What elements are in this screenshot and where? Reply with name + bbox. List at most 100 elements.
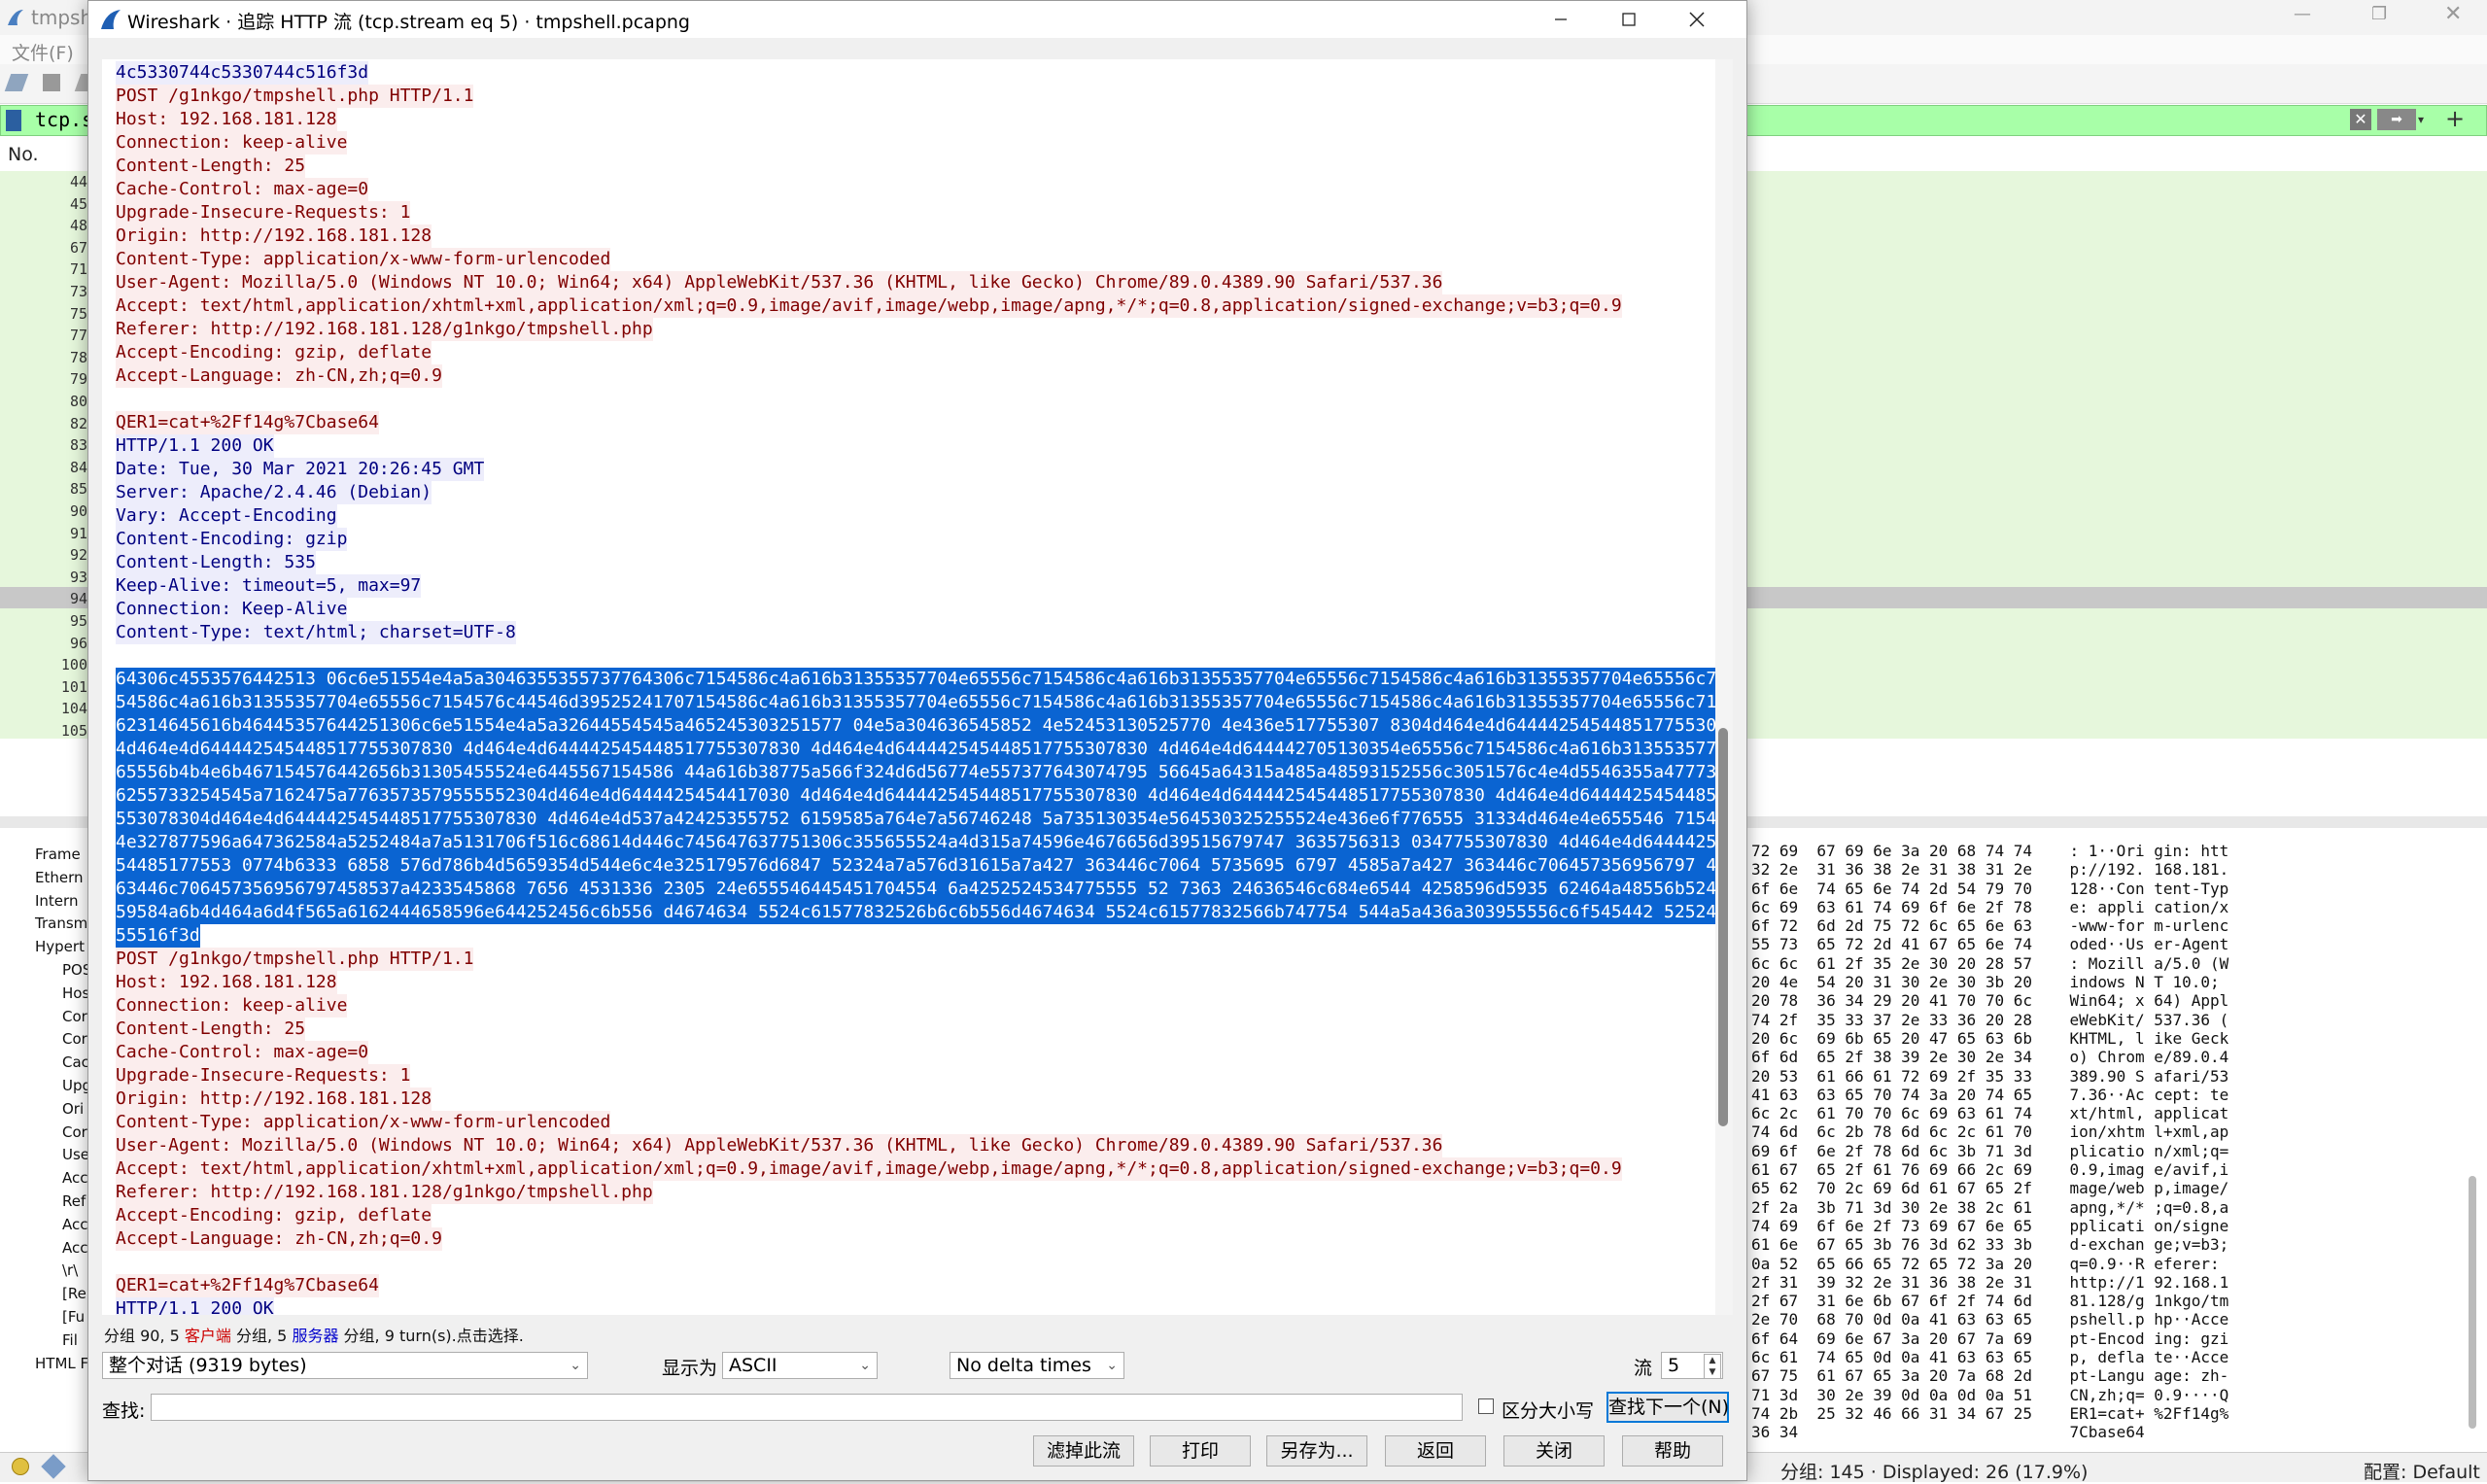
packet-row-number[interactable]: 94 — [0, 590, 87, 607]
stream-line-server[interactable]: Server: Apache/2.4.46 (Debian) — [116, 481, 432, 504]
find-input[interactable] — [151, 1394, 1463, 1421]
stream-line-selected[interactable]: 553078304d464e4d644442545448517755307830… — [116, 808, 1725, 831]
packet-row-number[interactable]: 79 — [0, 370, 87, 388]
stream-line-client[interactable]: Upgrade-Insecure-Requests: 1 — [116, 1064, 411, 1087]
packet-row-number[interactable]: 71 — [0, 260, 87, 278]
stream-line-client[interactable]: POST /g1nkgo/tmpshell.php HTTP/1.1 — [116, 948, 474, 971]
menu-file[interactable]: 文件(F) — [12, 39, 74, 65]
save-as-button[interactable]: 另存为... — [1266, 1435, 1367, 1467]
stream-line-client[interactable]: Accept-Encoding: gzip, deflate — [116, 1204, 432, 1227]
bytes-scrollbar[interactable] — [2469, 1176, 2476, 1429]
packet-bytes-pane[interactable]: 72 69 67 69 6e 3a 20 68 74 74 : 1··Ori g… — [1751, 842, 2470, 1454]
stream-line-server[interactable]: Vary: Accept-Encoding — [116, 504, 337, 528]
packet-row-number[interactable]: 73 — [0, 283, 87, 300]
packet-row-number[interactable]: 92 — [0, 546, 87, 564]
stream-line-server[interactable]: Connection: Keep-Alive — [116, 598, 348, 621]
print-button[interactable]: 打印 — [1150, 1435, 1251, 1467]
close-dialog-button[interactable]: 关闭 — [1503, 1435, 1605, 1467]
packet-row-number[interactable]: 90 — [0, 502, 87, 520]
main-close-button[interactable]: ✕ — [2444, 2, 2462, 26]
packet-row-number[interactable]: 82 — [0, 415, 87, 432]
stream-line-client[interactable]: POST /g1nkgo/tmpshell.php HTTP/1.1 — [116, 85, 474, 108]
find-next-button[interactable]: 查找下一个(N) — [1606, 1392, 1729, 1423]
details-tree-item[interactable]: Acc — [62, 1239, 88, 1257]
packet-row-number[interactable]: 77 — [0, 327, 87, 344]
stream-line-server[interactable]: Date: Tue, 30 Mar 2021 20:26:45 GMT — [116, 458, 485, 481]
details-tree-item[interactable]: [Fu — [62, 1308, 85, 1326]
stream-line-selected[interactable]: 54485177553 0774b6333 6858 576d786b4d565… — [116, 854, 1725, 878]
stream-line-client[interactable]: QER1=cat+%2Ff14g%7Cbase64 — [116, 411, 379, 434]
stream-line-selected[interactable]: 4d464e4d644442545448517755307830 4d464e4… — [116, 738, 1725, 761]
details-tree-item[interactable]: [Re — [62, 1285, 86, 1302]
stream-line-server[interactable]: 4c5330744c5330744c516f3d — [116, 61, 369, 85]
close-button[interactable] — [1663, 1, 1731, 38]
stream-line-client[interactable]: Upgrade-Insecure-Requests: 1 — [116, 201, 411, 224]
maximize-button[interactable] — [1595, 1, 1663, 38]
expert-info-icon[interactable] — [12, 1458, 29, 1475]
stream-line-client[interactable]: User-Agent: Mozilla/5.0 (Windows NT 10.0… — [116, 271, 1443, 294]
packet-row-number[interactable]: 100 — [0, 656, 87, 673]
stream-line-client[interactable]: Content-Type: application/x-www-form-url… — [116, 1111, 611, 1134]
stream-spin-arrows-icon[interactable]: ▲ ▼ — [1704, 1354, 1721, 1379]
details-tree-item[interactable]: Hos — [62, 984, 89, 1002]
stream-line-selected[interactable]: 6255733254545a7162475a776357357955555230… — [116, 784, 1725, 808]
stream-line-client[interactable]: Connection: keep-alive — [116, 994, 348, 1018]
details-tree-item[interactable]: Cac — [62, 1053, 89, 1071]
stream-content[interactable]: 4c5330744c5330744c516f3d POST /g1nkgo/tmp… — [102, 59, 1725, 1315]
details-tree-item[interactable]: Ori — [62, 1100, 84, 1118]
stream-line-client[interactable]: Accept-Language: zh-CN,zh;q=0.9 — [116, 364, 442, 388]
stream-scrollbar[interactable] — [1715, 59, 1733, 1315]
details-tree-item[interactable]: Acc — [62, 1216, 88, 1233]
details-tree-item[interactable]: Use — [62, 1146, 89, 1163]
stream-line-client[interactable]: Accept: text/html,application/xhtml+xml,… — [116, 294, 1622, 318]
filter-dropdown-icon[interactable]: ▾ — [2418, 109, 2435, 130]
bookmark-icon[interactable] — [6, 110, 21, 131]
stream-line-client[interactable]: Accept: text/html,application/xhtml+xml,… — [116, 1157, 1622, 1181]
main-minimize-button[interactable]: — — [2294, 4, 2311, 24]
packet-row-number[interactable]: 91 — [0, 525, 87, 542]
stream-line-client[interactable]: Host: 192.168.181.128 — [116, 971, 337, 994]
stream-line-client[interactable]: User-Agent: Mozilla/5.0 (Windows NT 10.0… — [116, 1134, 1443, 1157]
packet-row-number[interactable]: 95 — [0, 612, 87, 630]
packet-row-number[interactable]: 105 — [0, 722, 87, 740]
apply-filter-icon[interactable]: ➡ — [2377, 109, 2416, 130]
packet-row-number[interactable]: 44 — [0, 173, 87, 190]
packet-row-number[interactable]: 93 — [0, 569, 87, 586]
stream-line-server[interactable]: Content-Type: text/html; charset=UTF-8 — [116, 621, 516, 644]
details-tree-item[interactable]: Frame — [35, 846, 81, 863]
details-tree-item[interactable]: Ethern — [35, 869, 84, 886]
details-tree-item[interactable]: Hypert — [35, 938, 85, 955]
minimize-button[interactable] — [1527, 1, 1595, 38]
details-tree-item[interactable]: Fil — [62, 1331, 78, 1349]
stream-line-selected[interactable]: 62314645616b46445357644251306c6e51554e4a… — [116, 714, 1725, 738]
stream-line-server[interactable]: Content-Length: 535 — [116, 551, 316, 574]
filter-out-button[interactable]: 滤掉此流 — [1033, 1435, 1134, 1467]
clear-filter-icon[interactable]: ✕ — [2350, 109, 2371, 130]
stream-line-selected[interactable]: 59584a6b4d464a6d4f565a6162444658596e6442… — [116, 901, 1725, 924]
stream-line-server[interactable]: Keep-Alive: timeout=5, max=97 — [116, 574, 422, 598]
show-as-select[interactable]: ASCII ⌄ — [722, 1352, 878, 1379]
stream-line-client[interactable]: Accept-Language: zh-CN,zh;q=0.9 — [116, 1227, 442, 1251]
stream-line-server[interactable]: HTTP/1.1 200 OK — [116, 1297, 274, 1315]
stream-line-client[interactable]: Content-Length: 25 — [116, 1018, 306, 1041]
stream-line-selected[interactable]: 64306c4553576442513 06c6e51554e4a5a30463… — [116, 668, 1725, 691]
details-tree-item[interactable]: Transm — [35, 915, 87, 932]
details-tree-item[interactable]: Ref — [62, 1192, 86, 1210]
stream-line-client[interactable]: Content-Length: 25 — [116, 155, 306, 178]
help-button[interactable]: 帮助 — [1622, 1435, 1723, 1467]
back-button[interactable]: 返回 — [1385, 1435, 1486, 1467]
stream-line-client[interactable]: Referer: http://192.168.181.128/g1nkgo/t… — [116, 1181, 653, 1204]
stream-scrollbar-thumb[interactable] — [1718, 728, 1728, 1126]
delta-times-select[interactable]: No delta times ⌄ — [950, 1352, 1124, 1379]
packet-row-number[interactable]: 85 — [0, 480, 87, 498]
packet-row-number[interactable]: 83 — [0, 436, 87, 454]
main-maximize-button[interactable]: ❐ — [2371, 4, 2387, 24]
packet-row-number[interactable]: 45 — [0, 195, 87, 213]
details-tree-item[interactable]: Intern — [35, 892, 78, 910]
stream-line-selected[interactable]: 63446c706457356956797458537a4233545868 7… — [116, 878, 1725, 901]
details-tree-item[interactable]: HTML F — [35, 1355, 88, 1372]
details-tree-item[interactable]: Cor — [62, 1008, 87, 1025]
conversation-select[interactable]: 整个对话 (9319 bytes) ⌄ — [102, 1352, 588, 1379]
details-tree-item[interactable]: Cor — [62, 1030, 87, 1048]
details-tree-item[interactable]: Acc — [62, 1169, 88, 1187]
